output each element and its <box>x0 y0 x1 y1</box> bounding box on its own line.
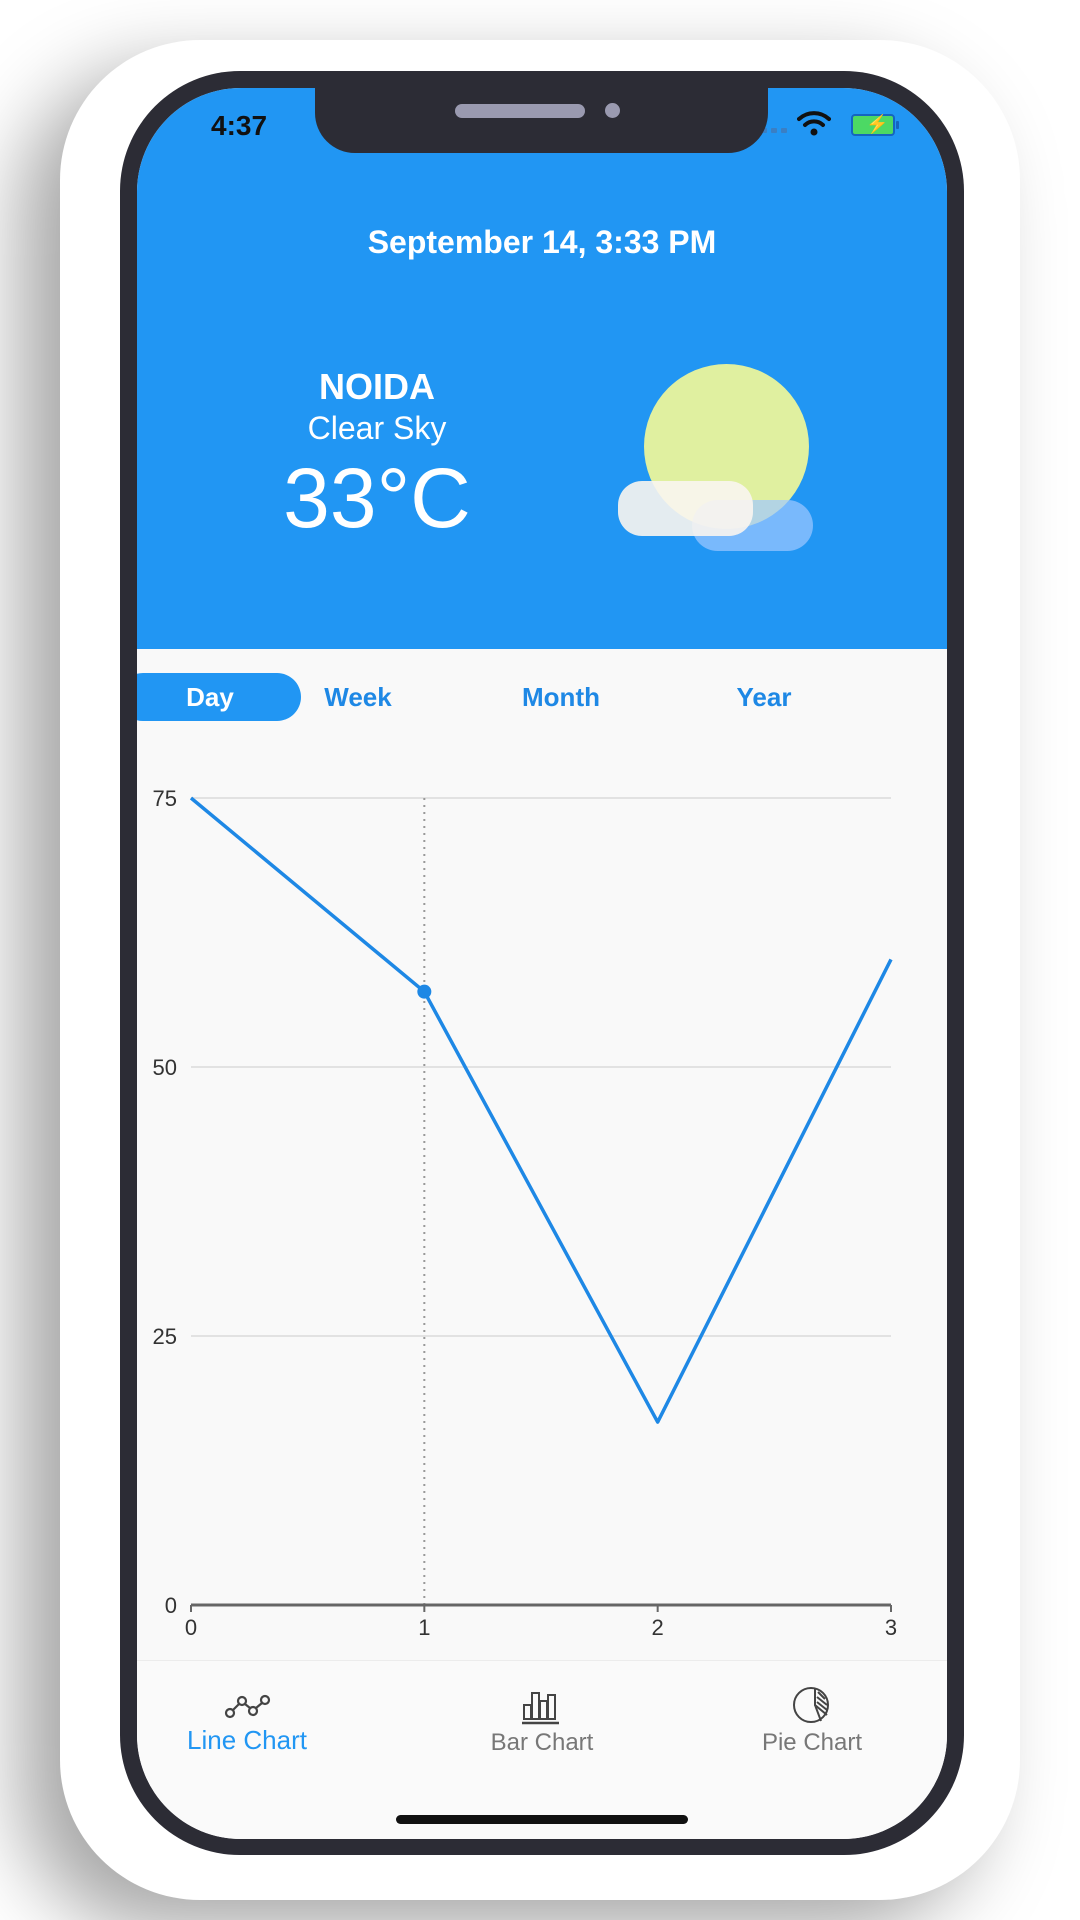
speaker-grille <box>455 104 585 118</box>
bottom-tab-bar: Line Chart Bar Chart Pie Chart <box>137 1660 947 1839</box>
temperature-value: 33°C <box>283 451 471 545</box>
wifi-icon <box>797 111 831 136</box>
bottom-tab-line-chart[interactable]: Line Chart <box>137 1661 382 1791</box>
y-tick-label: 50 <box>153 1055 177 1080</box>
x-tick-label: 3 <box>885 1615 897 1640</box>
tab-year[interactable]: Year <box>673 673 855 721</box>
y-tick-label: 0 <box>165 1593 177 1618</box>
date-time-label: September 14, 3:33 PM <box>367 224 717 260</box>
y-tick-label: 75 <box>153 786 177 811</box>
weather-condition: Clear Sky <box>307 410 447 446</box>
x-tick-label: 0 <box>185 1615 197 1640</box>
period-tabs: Day Week Month Year <box>137 649 947 739</box>
x-tick-label: 2 <box>652 1615 664 1640</box>
pie-chart-icon <box>793 1687 829 1723</box>
line-chart-icon <box>224 1694 271 1719</box>
bottom-tab-label: Pie Chart <box>761 1729 863 1756</box>
notch <box>315 88 768 153</box>
x-tick-label: 1 <box>418 1615 430 1640</box>
weather-header: 4:37 ⚡ September 14, 3:33 PM NOIDA Clear… <box>137 88 947 649</box>
tab-month[interactable]: Month <box>470 673 652 721</box>
series-line <box>189 796 893 1424</box>
line-chart[interactable]: 0 25 50 75 0 1 2 3 <box>137 739 947 1749</box>
app-screen: 4:37 ⚡ September 14, 3:33 PM NOIDA Clear… <box>137 88 947 1839</box>
city-name: NOIDA <box>319 366 435 407</box>
bottom-tab-label: Line Chart <box>187 1725 307 1755</box>
bottom-tab-bar-chart[interactable]: Bar Chart <box>407 1661 677 1791</box>
y-tick-label: 25 <box>153 1324 177 1349</box>
tab-week[interactable]: Week <box>267 673 449 721</box>
bar-chart-icon <box>522 1692 559 1725</box>
selected-data-point <box>417 984 432 999</box>
status-time: 4:37 <box>211 110 268 141</box>
bottom-tab-pie-chart[interactable]: Pie Chart <box>677 1661 947 1791</box>
cloud-shape-front <box>618 481 753 536</box>
bottom-tab-label: Bar Chart <box>490 1729 594 1756</box>
battery-charging-icon: ⚡ <box>851 114 899 136</box>
camera-dot <box>605 103 620 118</box>
home-indicator[interactable] <box>396 1815 688 1824</box>
